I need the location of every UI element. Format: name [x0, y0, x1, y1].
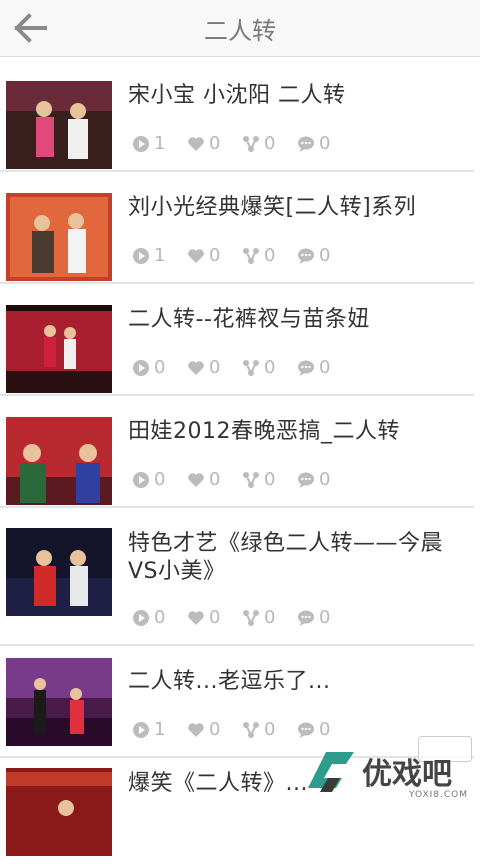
- video-thumbnail: [6, 81, 112, 169]
- video-thumbnail: [6, 768, 112, 856]
- play-count: 0: [132, 469, 177, 490]
- video-stats: 1 0 0 0: [132, 133, 342, 154]
- video-thumbnail: [6, 417, 112, 505]
- comment-icon: [298, 248, 314, 264]
- play-count: 0: [132, 357, 177, 378]
- comment-icon: [298, 136, 314, 152]
- comment-icon: [298, 472, 314, 488]
- share-count: 0: [242, 469, 287, 490]
- video-title: 二人转...老逗乐了...: [128, 669, 331, 694]
- page-title: 二人转: [204, 16, 276, 45]
- video-stats: 1 0 0 0: [132, 245, 342, 266]
- play-icon: [133, 359, 149, 376]
- play-icon: [133, 609, 149, 626]
- heart-icon: [188, 722, 204, 737]
- app-header: 二人转: [0, 0, 480, 57]
- video-list-item[interactable]: 刘小光经典爆笑[二人转]系列 1 0 0 0: [0, 172, 474, 284]
- play-icon: [133, 721, 149, 738]
- watermark-text: 优戏吧: [362, 757, 452, 792]
- site-watermark: 优戏吧 YOXI8.COM: [302, 742, 480, 800]
- watermark-logo-icon: [308, 752, 354, 792]
- play-count: 0: [132, 607, 177, 628]
- video-list-item[interactable]: 田娃2012春晚恶搞_二人转 0 0 0 0: [0, 396, 474, 508]
- back-button[interactable]: [8, 8, 52, 48]
- video-thumbnail: [6, 658, 112, 746]
- comment-count: 0: [297, 607, 342, 628]
- heart-icon: [188, 472, 204, 487]
- share-count: 0: [242, 133, 287, 154]
- share-count: 0: [242, 357, 287, 378]
- comment-count: 0: [297, 357, 342, 378]
- play-icon: [133, 135, 149, 152]
- heart-icon: [188, 360, 204, 375]
- share-icon: [243, 609, 259, 626]
- comment-icon: [298, 610, 314, 626]
- share-count: 0: [242, 245, 287, 266]
- heart-icon: [188, 248, 204, 263]
- play-count: 1: [132, 133, 177, 154]
- video-stats: 0 0 0 0: [132, 607, 342, 628]
- like-count: 0: [187, 133, 232, 154]
- share-icon: [243, 721, 259, 738]
- like-count: 0: [187, 245, 232, 266]
- video-title: 特色才艺《绿色二人转——今晨VS小美》: [128, 531, 444, 584]
- play-icon: [133, 471, 149, 488]
- video-title: 二人转--花裤衩与苗条妞: [128, 307, 370, 332]
- arrow-left-icon: [14, 13, 47, 43]
- video-title: 田娃2012春晚恶搞_二人转: [128, 419, 400, 444]
- video-thumbnail: [6, 193, 112, 281]
- heart-icon: [188, 610, 204, 625]
- video-thumbnail: [6, 528, 112, 616]
- video-list-item[interactable]: 二人转--花裤衩与苗条妞 0 0 0 0: [0, 284, 474, 396]
- play-icon: [133, 247, 149, 264]
- video-title: 宋小宝 小沈阳 二人转: [128, 83, 346, 108]
- heart-icon: [188, 136, 204, 151]
- comment-count: 0: [297, 719, 342, 740]
- like-count: 0: [187, 357, 232, 378]
- video-list-item[interactable]: 特色才艺《绿色二人转——今晨VS小美》 0 0 0 0: [0, 508, 474, 646]
- play-count: 1: [132, 719, 177, 740]
- comment-count: 0: [297, 133, 342, 154]
- share-icon: [243, 359, 259, 376]
- video-list-item[interactable]: 宋小宝 小沈阳 二人转 1 0 0 0: [0, 60, 474, 172]
- video-stats: 0 0 0 0: [132, 357, 342, 378]
- play-count: 1: [132, 245, 177, 266]
- video-stats: 1 0 0 0: [132, 719, 342, 740]
- comment-icon: [298, 722, 314, 738]
- video-title: 刘小光经典爆笑[二人转]系列: [128, 195, 417, 220]
- share-count: 0: [242, 719, 287, 740]
- share-icon: [243, 471, 259, 488]
- like-count: 0: [187, 719, 232, 740]
- share-count: 0: [242, 607, 287, 628]
- share-icon: [243, 247, 259, 264]
- like-count: 0: [187, 607, 232, 628]
- video-thumbnail: [6, 305, 112, 393]
- share-icon: [243, 135, 259, 152]
- video-stats: 0 0 0 0: [132, 469, 342, 490]
- comment-count: 0: [297, 469, 342, 490]
- like-count: 0: [187, 469, 232, 490]
- watermark-subtext: YOXI8.COM: [408, 790, 468, 800]
- comment-count: 0: [297, 245, 342, 266]
- comment-icon: [298, 360, 314, 376]
